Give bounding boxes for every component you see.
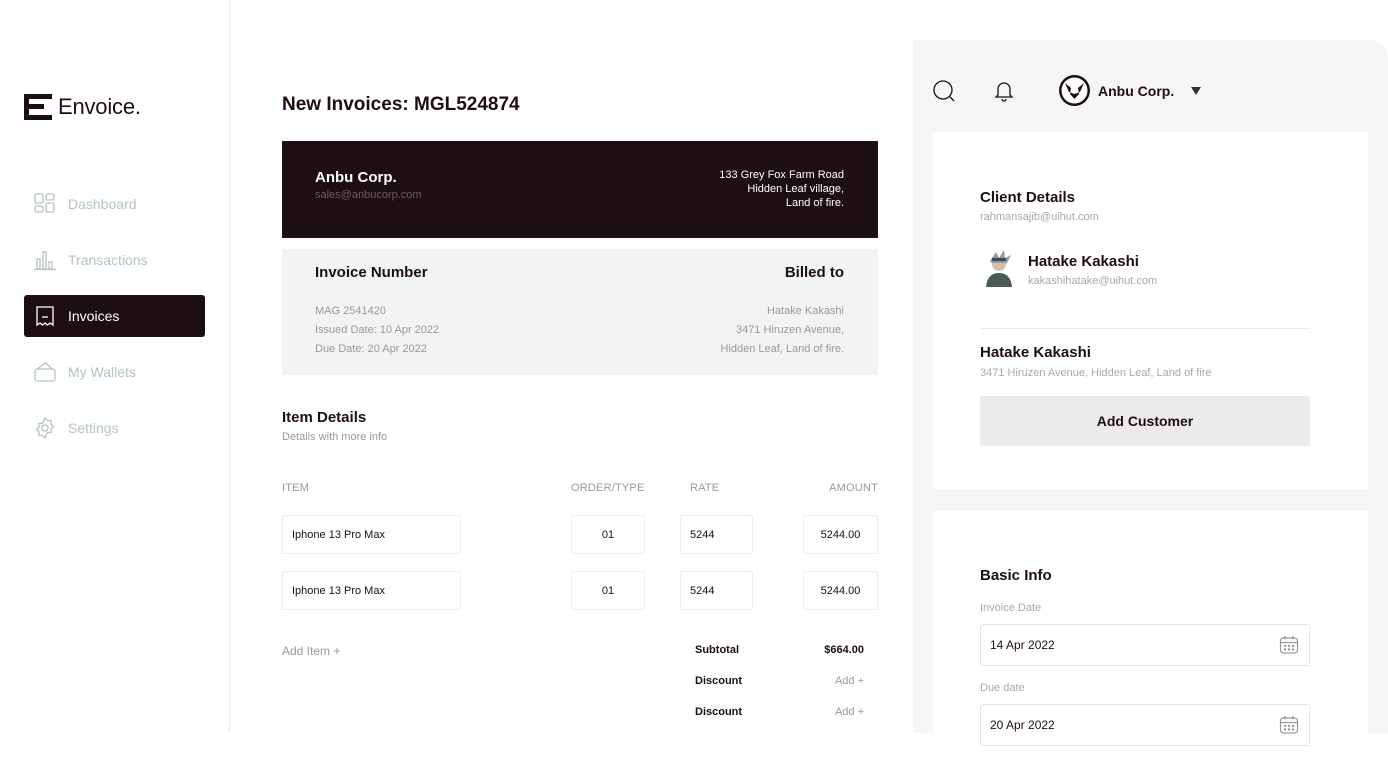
rate-input[interactable]: 5244 [680,515,753,554]
subtotal-label: Subtotal [695,644,739,656]
due-date: Due Date: 20 Apr 2022 [315,343,427,355]
sidebar-item-label: Settings [68,420,119,436]
invoice-number-heading: Invoice Number [315,264,428,281]
issued-date: Issued Date: 10 Apr 2022 [315,324,440,336]
order-type-input[interactable]: 01 [571,515,645,554]
company-banner: Anbu Corp. sales@anbucorp.com 133 Grey F… [282,141,878,238]
invoice-editor: New Invoices: MGL524874 Anbu Corp. sales… [247,40,913,733]
client-contact-email: kakashihatake@uihut.com [1028,275,1158,287]
column-header-item: ITEM [282,482,310,494]
invoice-date-field[interactable]: 14 Apr 2022 [980,624,1310,666]
item-details-subtitle: Details with more info [282,431,388,443]
wallet-icon [34,361,56,383]
add-customer-button[interactable]: Add Customer [980,396,1310,446]
billed-name: Hatake Kakashi [766,305,844,317]
column-header-order-type: ORDER/TYPE [571,482,645,494]
order-type-input[interactable]: 01 [571,571,645,610]
right-panel: Anbu Corp. Client Details rahmansajib@ui… [913,40,1388,746]
sidebar-item-dashboard[interactable]: Dashboard [24,183,205,225]
client-details-card: Client Details rahmansajib@uihut.com Hat… [933,132,1368,489]
basic-info-title: Basic Info [980,567,1052,584]
client-email: rahmansajib@uihut.com [980,211,1099,223]
divider [980,328,1310,329]
column-header-amount: AMOUNT [829,482,878,494]
invoice-date-value: 14 Apr 2022 [990,638,1055,652]
customer-name: Hatake Kakashi [980,344,1091,361]
sidebar-item-label: Invoices [68,308,120,324]
chevron-down-icon [1191,86,1202,95]
company-name: Anbu Corp. [315,169,397,186]
amount-input[interactable]: 5244.00 [803,571,878,610]
dashboard-icon [34,193,56,215]
invoice-number: MAG 2541420 [315,305,386,317]
company-address-line: Land of fire. [785,197,844,209]
billed-address-line: Hidden Leaf, Land of fire. [720,343,844,355]
add-discount-button[interactable]: Add + [835,706,864,718]
item-details-title: Item Details [282,409,367,426]
client-details-title: Client Details [980,189,1076,206]
brand-logo[interactable]: Envoice. [24,94,141,120]
item-name-input[interactable]: Iphone 13 Pro Max [282,571,461,610]
company-address-line: 133 Grey Fox Farm Road [719,169,844,181]
bar-chart-icon [34,249,56,271]
invoice-meta: MAG 2541420 Issued Date: 10 Apr 2022 Due… [315,302,439,359]
subtotal-value: $664.00 [824,644,864,656]
page-title: New Invoices: MGL524874 [282,94,520,115]
sidebar-item-label: Dashboard [68,196,137,212]
company-email: sales@anbucorp.com [315,189,422,201]
column-header-rate: RATE [690,482,720,494]
client-contact-name: Hatake Kakashi [1028,253,1139,270]
sidebar: Envoice. Dashboard Transactions Invoices… [0,0,230,733]
sidebar-nav: Dashboard Transactions Invoices My Walle… [24,183,205,463]
add-discount-button[interactable]: Add + [835,675,864,687]
basic-info-card: Basic Info Invoice Date 14 Apr 2022 Due … [933,511,1368,746]
sidebar-item-invoices[interactable]: Invoices [24,295,205,337]
sidebar-item-label: Transactions [68,252,148,268]
company-address: 133 Grey Fox Farm Road Hidden Leaf villa… [719,168,844,210]
customer-address: 3471 Hiruzen Avenue, Hidden Leaf, Land o… [980,367,1212,379]
discount-label: Discount [695,706,743,718]
notification-bell-icon[interactable] [993,80,1015,102]
sidebar-item-settings[interactable]: Settings [24,407,205,449]
billed-to-heading: Billed to [784,264,844,281]
due-date-value: 20 Apr 2022 [990,718,1055,732]
sidebar-item-my-wallets[interactable]: My Wallets [24,351,205,393]
search-icon[interactable] [933,80,955,102]
amount-input[interactable]: 5244.00 [803,515,878,554]
user-menu[interactable]: Anbu Corp. [1059,75,1202,106]
calendar-icon[interactable] [1279,715,1299,735]
item-name-input[interactable]: Iphone 13 Pro Max [282,515,461,554]
company-avatar-icon [1059,75,1090,106]
client-avatar [980,249,1018,287]
sidebar-item-label: My Wallets [68,364,136,380]
settings-icon [34,417,56,439]
due-date-label: Due date [980,682,1025,694]
billed-to-details: Hatake Kakashi 3471 Hiruzen Avenue, Hidd… [720,302,844,359]
add-item-button[interactable]: Add Item + [282,644,340,658]
brand-name: Envoice. [58,94,141,119]
calendar-icon[interactable] [1279,635,1299,655]
invoice-summary: Invoice Number Billed to MAG 2541420 Iss… [282,249,878,375]
envoice-logo-icon [24,94,52,120]
billed-address-line: 3471 Hiruzen Avenue, [735,324,844,336]
user-name: Anbu Corp. [1098,82,1175,99]
company-address-line: Hidden Leaf village, [747,183,844,195]
rate-input[interactable]: 5244 [680,571,753,610]
invoice-date-label: Invoice Date [980,602,1042,614]
due-date-field[interactable]: 20 Apr 2022 [980,704,1310,746]
sidebar-item-transactions[interactable]: Transactions [24,239,205,281]
discount-label: Discount [695,675,743,687]
invoice-icon [34,305,56,327]
